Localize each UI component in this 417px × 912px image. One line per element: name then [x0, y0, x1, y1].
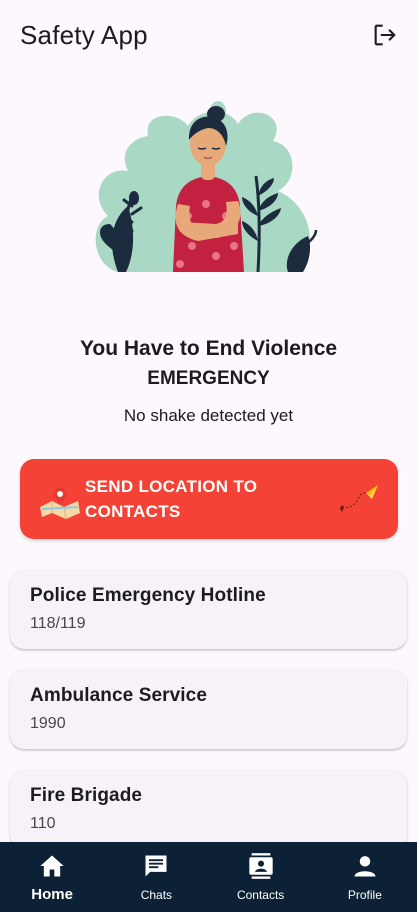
- shake-status: No shake detected yet: [123, 406, 294, 425]
- hotline-card-police[interactable]: Police Emergency Hotline 118/119: [10, 569, 407, 649]
- hotline-name: Police Emergency Hotline: [30, 585, 266, 606]
- nav-item-chats[interactable]: Chats: [104, 842, 208, 912]
- paper-plane-icon: [340, 485, 378, 512]
- hotline-name: Fire Brigade: [30, 785, 143, 806]
- nav-item-home[interactable]: Home: [0, 842, 104, 912]
- nav-item-profile[interactable]: Profile: [313, 842, 417, 912]
- nav-label-profile: Profile: [347, 888, 382, 902]
- nav-item-contacts[interactable]: Contacts: [209, 842, 313, 912]
- hotline-number: 1990: [30, 715, 66, 732]
- app-title: Safety App: [20, 19, 148, 50]
- person-icon: [354, 856, 376, 877]
- chat-icon: [145, 855, 167, 877]
- nav-label-home: Home: [31, 886, 73, 903]
- emergency-label: EMERGENCY: [147, 368, 270, 389]
- bottom-navigation: Home Chats Contacts Profile: [0, 842, 417, 912]
- contacts-icon: [248, 853, 273, 879]
- hotline-card-fire[interactable]: Fire Brigade 110: [10, 769, 407, 849]
- hotline-number: 118/119: [30, 615, 86, 632]
- logout-button[interactable]: [365, 15, 405, 55]
- app-bar: Safety App: [0, 0, 417, 70]
- hotline-number: 110: [30, 815, 56, 832]
- home-icon: [40, 855, 64, 877]
- nav-label-contacts: Contacts: [236, 888, 285, 902]
- send-location-button[interactable]: SEND LOCATION TO CONTACTS: [20, 459, 398, 539]
- headline: You Have to End Violence: [79, 337, 338, 360]
- send-location-label: SEND LOCATION TO CONTACTS: [85, 477, 258, 521]
- woman-self-hug-illustration: [95, 101, 318, 273]
- hotline-card-ambulance[interactable]: Ambulance Service 1990: [10, 669, 407, 749]
- hotline-name: Ambulance Service: [30, 685, 208, 706]
- nav-label-chats: Chats: [140, 888, 173, 902]
- map-pin-icon: [40, 487, 80, 519]
- logout-icon: [374, 24, 396, 46]
